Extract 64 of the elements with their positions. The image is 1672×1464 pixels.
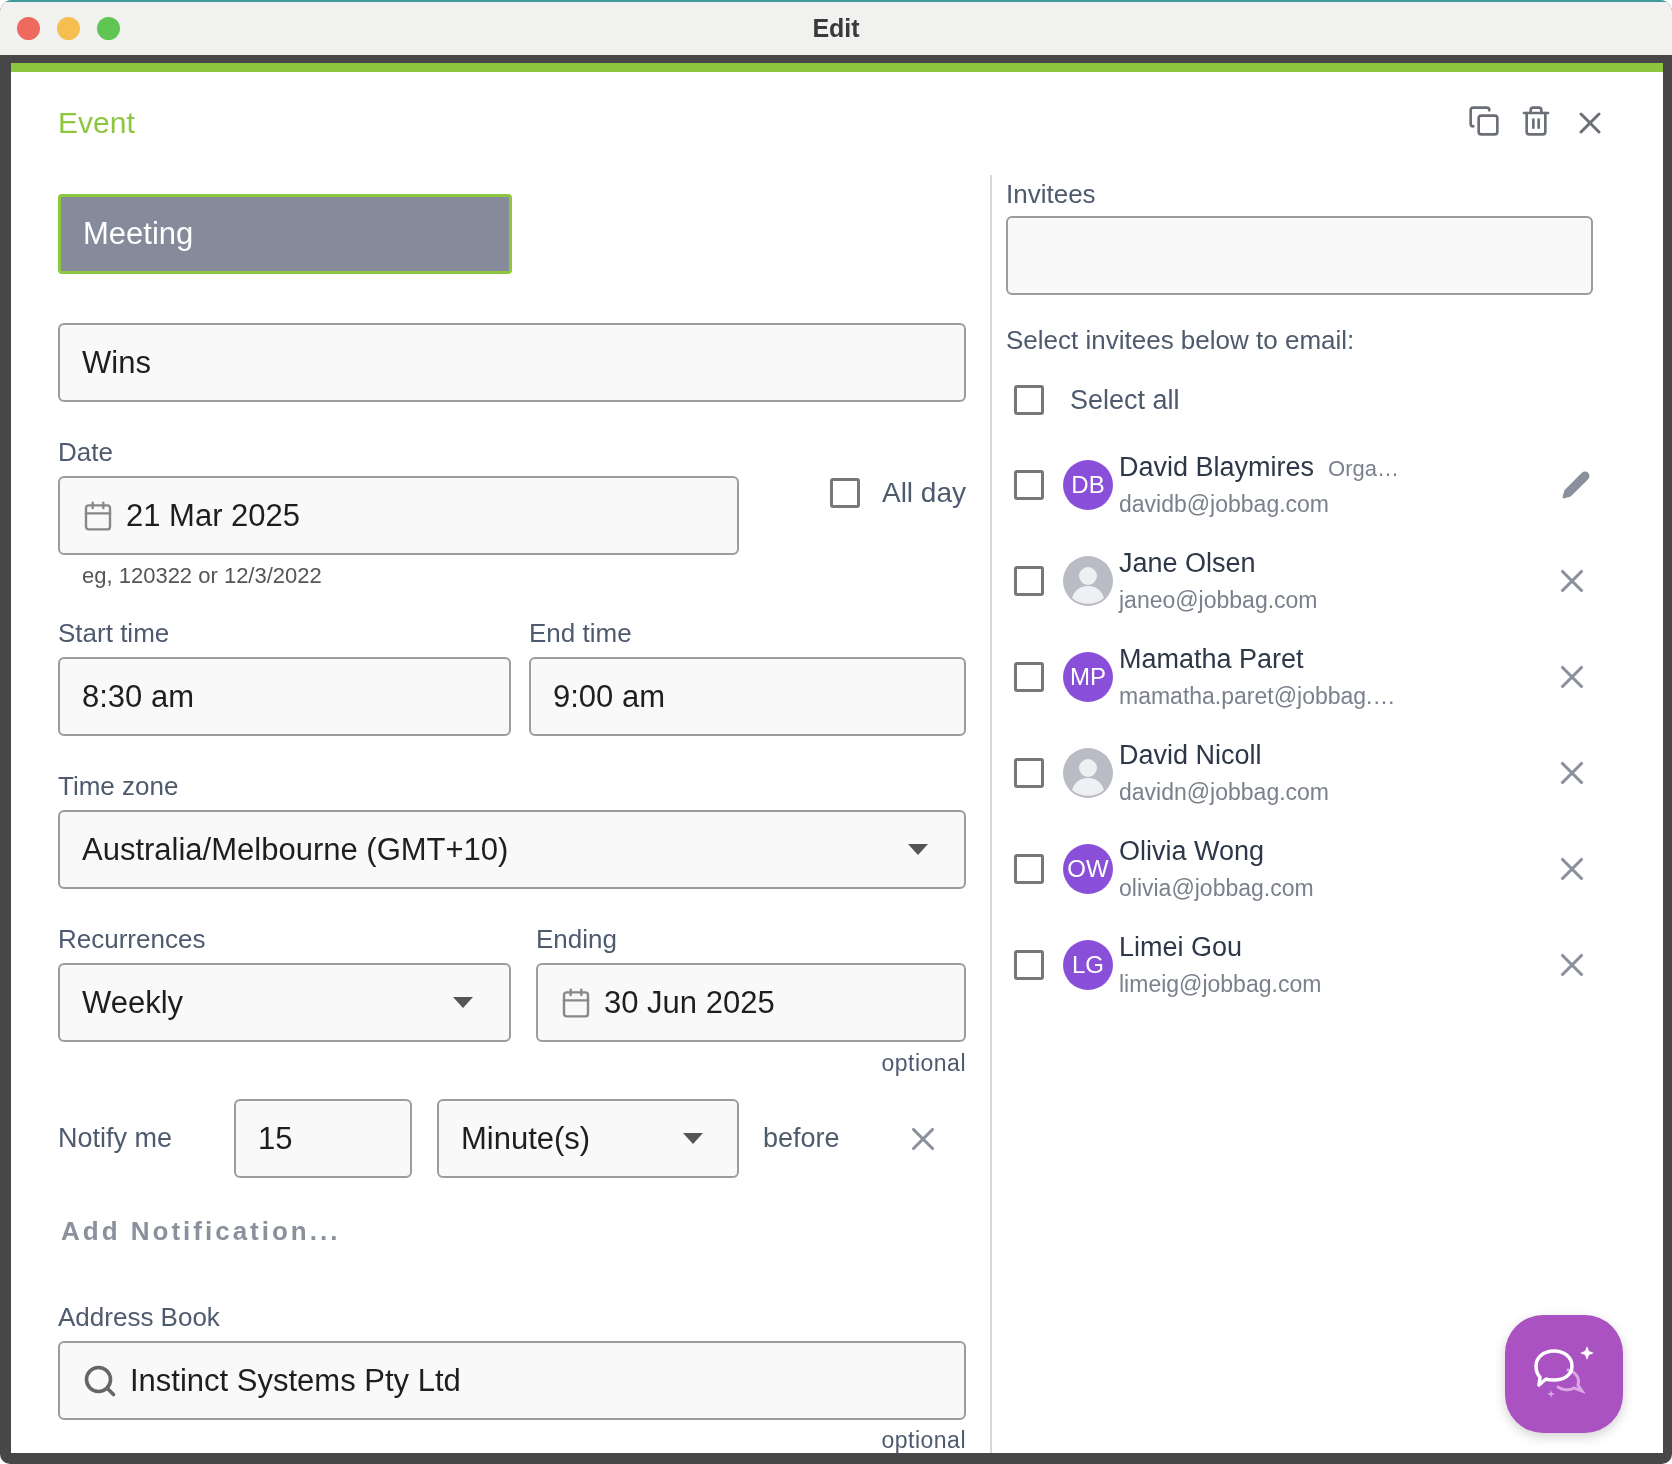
optional-note: optional [881,1427,966,1453]
invitee-role: Orga… [1328,456,1399,482]
field-label: Address Book [58,1302,221,1332]
calendar-icon [560,986,592,1019]
start-time-field[interactable]: 8:30 am [58,657,511,736]
checkbox[interactable] [1014,950,1044,980]
checkbox[interactable] [1014,758,1044,788]
window-title: Edit [811,14,861,43]
dropdown-caret-icon [683,1132,703,1145]
dropdown-caret-icon [908,843,928,856]
field-label: Invitees [1006,179,1097,209]
checkbox-label: All day [881,477,966,509]
panel-title: Event [58,105,135,140]
field-label: Recurrences [58,924,207,954]
subject-field[interactable]: Wins [58,323,966,402]
checkbox[interactable] [1014,662,1044,692]
checkbox-label: Select all [1070,384,1180,416]
checkbox[interactable] [1014,385,1044,415]
notify-suffix: before [763,1123,840,1154]
dropdown-caret-icon [453,996,473,1009]
invitee-email: davidb@jobbag.com [1119,491,1331,518]
ending-date-field[interactable]: 30 Jun 2025 [536,963,966,1042]
invitee-name: Olivia Wong [1119,836,1265,867]
field-label: Ending [536,924,618,954]
invitee-name: Mamatha Paret [1119,644,1304,675]
calendar-icon [82,499,114,532]
invitee-name: David Blaymires [1119,452,1315,483]
field-label: Time zone [58,771,180,801]
invitee-name: Limei Gou [1119,932,1243,963]
avatar: DB [1063,460,1113,510]
invitee-email: mamatha.paret@jobbag.… [1119,683,1397,710]
avatar-placeholder [1063,748,1113,798]
field-label: End time [529,618,633,648]
checkbox[interactable] [1014,566,1044,596]
notify-label: Notify me [58,1123,174,1154]
avatar: LG [1063,940,1113,990]
recurrences-dropdown[interactable]: Weekly [58,963,511,1042]
address-book-search-field[interactable]: Instinct Systems Pty Ltd [58,1341,966,1420]
invitee-name: Jane Olsen [1119,548,1256,579]
avatar-placeholder [1063,556,1113,606]
notify-unit-dropdown[interactable]: Minute(s) [437,1099,739,1178]
avatar: MP [1063,652,1113,702]
notify-amount-field[interactable]: 15 [234,1099,412,1178]
date-hint: eg, 120322 or 12/3/2022 [82,564,323,588]
invitee-name: David Nicoll [1119,740,1262,771]
chat-button[interactable] [1505,1315,1623,1433]
edit-button[interactable] [1561,470,1591,500]
field-label: Start time [58,618,171,648]
invitee-email: olivia@jobbag.com [1119,875,1315,902]
close-window-button[interactable] [17,17,40,40]
invitee-email: davidn@jobbag.com [1119,779,1331,806]
optional-note: optional [881,1050,966,1076]
invitee-email: janeo@jobbag.com [1119,587,1319,614]
checkbox[interactable] [1014,470,1044,500]
invitee-email: limeig@jobbag.com [1119,971,1323,998]
checkbox[interactable] [1014,854,1044,884]
field-label: Date [58,437,114,467]
time-zone-dropdown[interactable]: Australia/Melbourne (GMT+10) [58,810,966,889]
invitees-field[interactable] [1006,216,1593,295]
avatar: OW [1063,844,1113,894]
invitees-instruction: Select invitees below to email: [1006,325,1356,355]
date-field[interactable]: 21 Mar 2025 [58,476,739,555]
end-time-field[interactable]: 9:00 am [529,657,966,736]
checkbox[interactable] [829,478,860,508]
